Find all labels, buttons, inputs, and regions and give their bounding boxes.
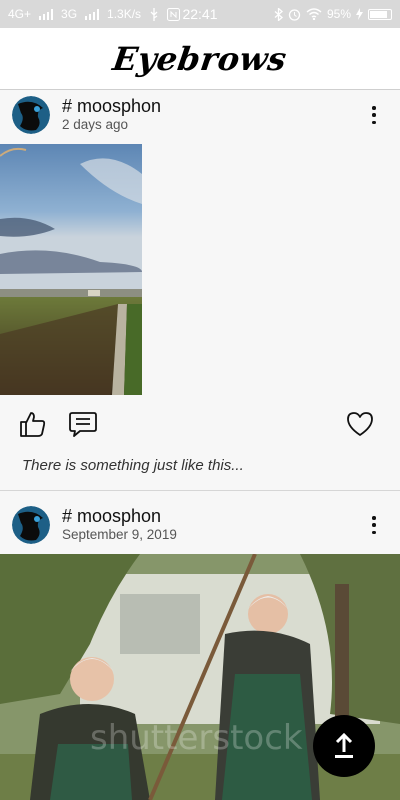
charging-icon	[356, 8, 363, 20]
nfc-icon	[167, 7, 181, 21]
post-divider	[0, 490, 400, 491]
svg-text:shutterstock: shutterstock	[90, 718, 303, 758]
usb-icon	[150, 7, 158, 21]
post-header: # moosphon 2 days ago	[0, 90, 400, 140]
post-image[interactable]	[0, 144, 142, 395]
network-speed: 1.3K/s	[107, 7, 142, 21]
avatar[interactable]	[12, 506, 50, 544]
signal-3g-label: 3G	[61, 7, 78, 21]
upload-icon	[335, 733, 353, 758]
upload-button[interactable]	[313, 715, 375, 777]
more-vertical-icon[interactable]	[366, 105, 382, 125]
bluetooth-icon	[274, 7, 283, 21]
alarm-icon	[288, 8, 301, 21]
comment-icon[interactable]	[68, 409, 98, 439]
post-date: September 9, 2019	[62, 527, 177, 542]
post-date: 2 days ago	[62, 117, 129, 132]
app-header: Eyebrows	[0, 28, 400, 90]
post-username[interactable]: # moosphon	[62, 96, 161, 116]
app-title: Eyebrows	[110, 39, 290, 78]
post-card: # moosphon 2 days ago There is something	[0, 90, 400, 490]
thumbs-up-icon[interactable]	[18, 409, 48, 439]
more-vertical-icon[interactable]	[366, 515, 382, 535]
signal-bars-icon	[85, 8, 100, 20]
heart-icon[interactable]	[345, 409, 375, 439]
status-bar: 4G+ 3G 1.3K/s 22:41 95%	[0, 0, 400, 28]
post-username[interactable]: # moosphon	[62, 506, 177, 526]
avatar[interactable]	[12, 96, 50, 134]
signal-bars-icon	[39, 8, 54, 20]
battery-percent: 95%	[326, 7, 351, 21]
wifi-icon	[306, 8, 322, 20]
post-header: # moosphon September 9, 2019	[0, 500, 400, 550]
post-caption: There is something just like this...	[22, 457, 244, 474]
post-actions	[0, 395, 400, 457]
signal-4g-label: 4G+	[8, 7, 32, 21]
battery-icon	[368, 8, 392, 20]
